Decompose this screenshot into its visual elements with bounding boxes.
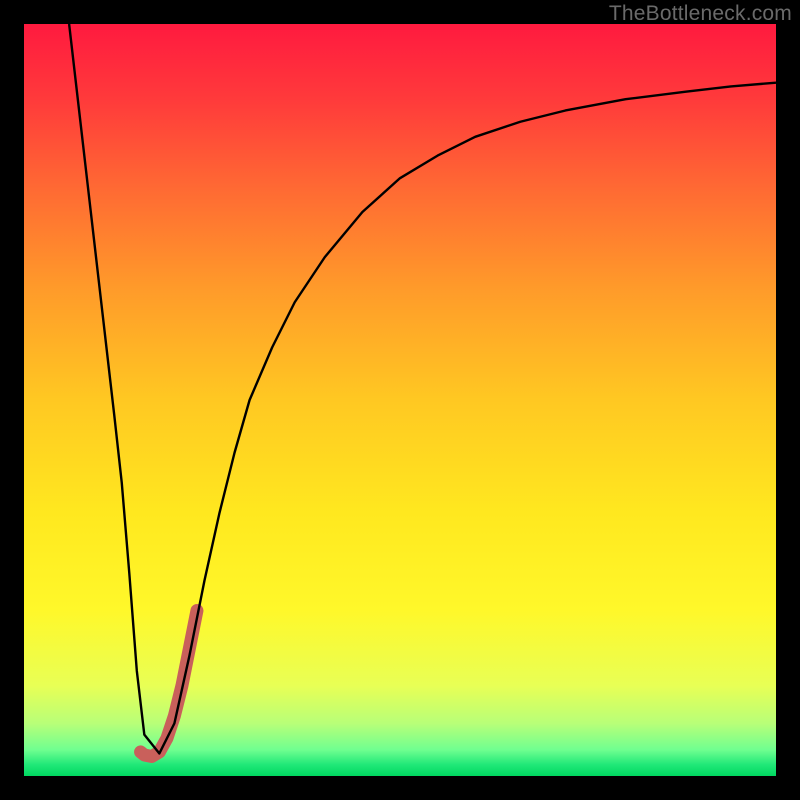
plot-area — [24, 24, 776, 776]
watermark-text: TheBottleneck.com — [609, 2, 792, 26]
chart-frame: TheBottleneck.com — [0, 0, 800, 800]
gradient-background — [24, 24, 776, 776]
